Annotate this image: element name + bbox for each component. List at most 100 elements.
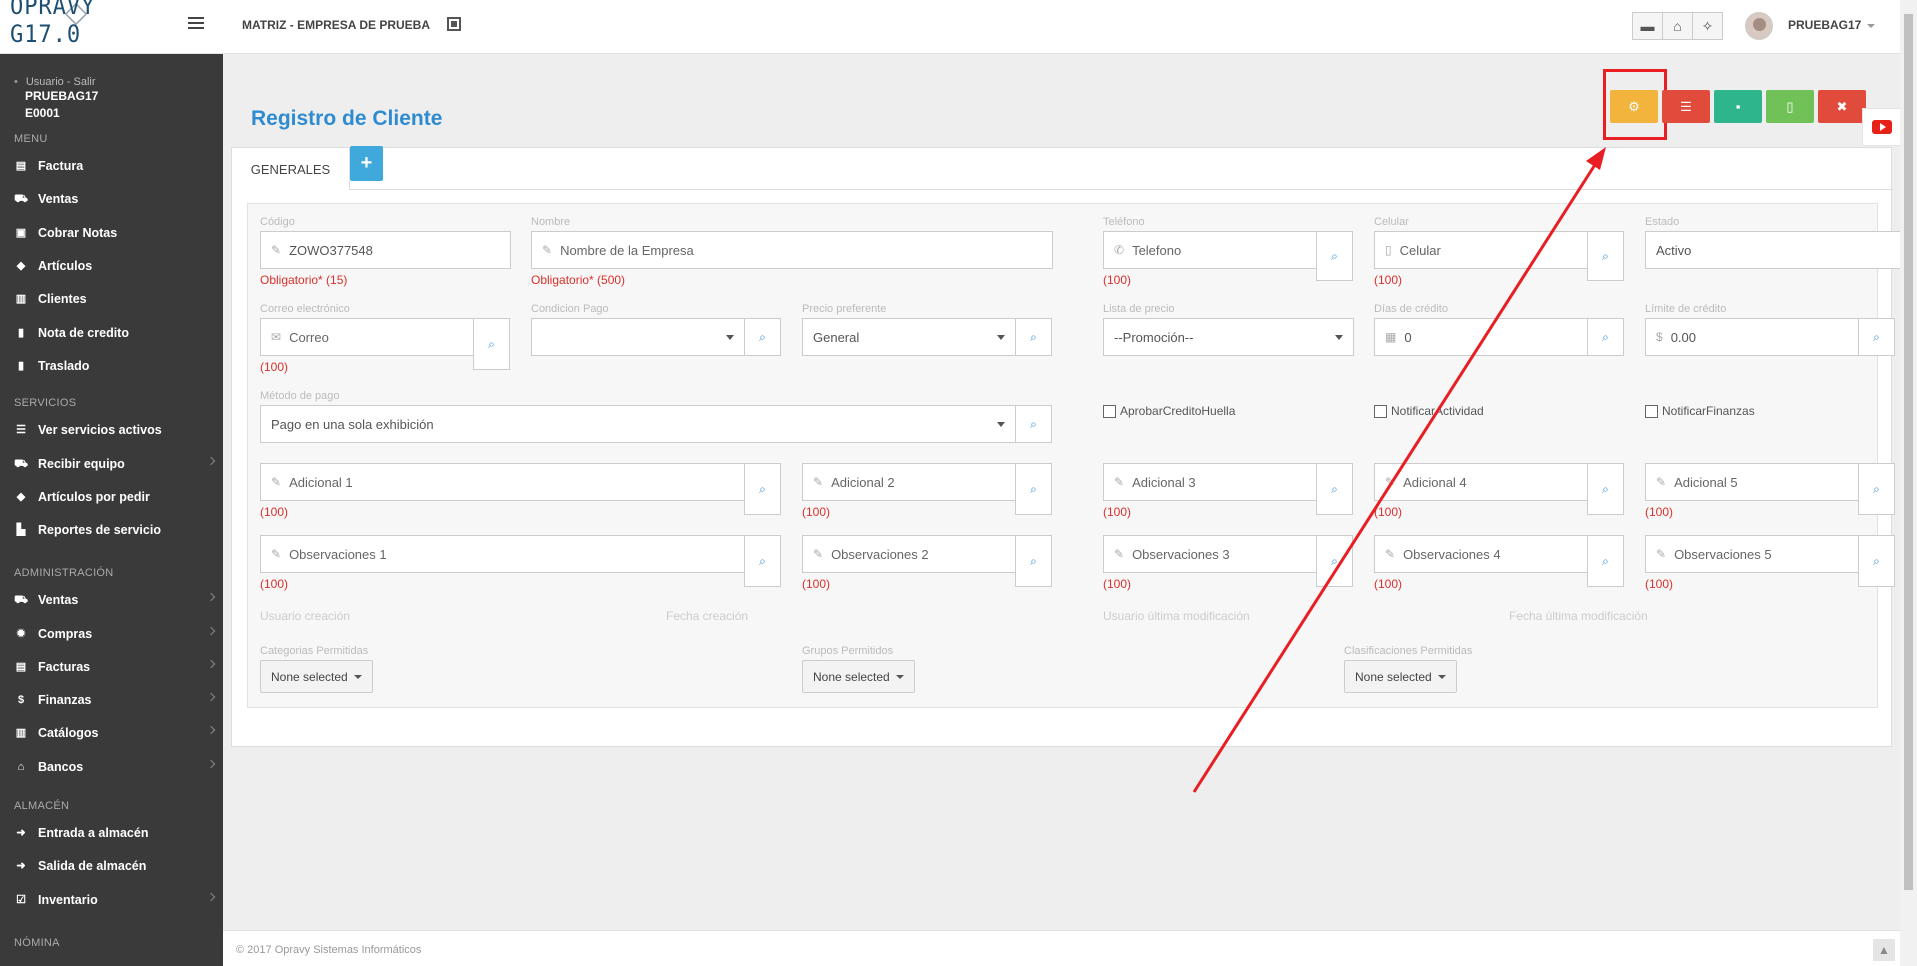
categorias-permitidas-select[interactable]: None selected — [260, 660, 373, 693]
sidebar-item-compras[interactable]: ✹ Compras — [14, 624, 216, 644]
sidebar-item-facturas[interactable]: ▤ Facturas — [14, 657, 216, 677]
sidebar-item-articulos-pedir[interactable]: ◆ Artículos por pedir — [14, 487, 214, 507]
home-icon[interactable]: ⌂ — [1662, 12, 1693, 40]
celular-search-button[interactable]: ⌕ — [1587, 231, 1624, 281]
new-button[interactable]: ▯ — [1766, 90, 1814, 123]
notificar-finanzas-checkbox[interactable]: NotificarFinanzas — [1645, 404, 1755, 418]
options-button[interactable]: ⚙ — [1610, 90, 1658, 123]
sidebar-item-ver-servicios[interactable]: ☰ Ver servicios activos — [14, 420, 214, 440]
user-menu[interactable]: PRUEBAG17 — [1788, 18, 1876, 32]
adicional-2-search-button[interactable]: ⌕ — [1015, 463, 1052, 515]
observaciones-3-field[interactable]: ✎ Observaciones 3 — [1103, 535, 1317, 573]
observaciones-1-search-button[interactable]: ⌕ — [744, 535, 781, 587]
codigo-field[interactable]: ✎ ZOWO377548 — [260, 231, 511, 269]
avatar[interactable] — [1745, 12, 1773, 40]
condicion-pago-search-button[interactable]: ⌕ — [744, 318, 781, 356]
adicional-3-search-button[interactable]: ⌕ — [1316, 463, 1353, 515]
sidebar-user-name: PRUEBAG17 — [25, 89, 99, 103]
scroll-to-top-button[interactable]: ▲ — [1873, 939, 1895, 961]
precio-preferente-search-button[interactable]: ⌕ — [1015, 318, 1052, 356]
sidebar-item-finanzas[interactable]: $ Finanzas — [14, 690, 216, 710]
limite-credito-search-button[interactable]: ⌕ — [1858, 318, 1895, 356]
observaciones-4-field[interactable]: ✎ Observaciones 4 — [1374, 535, 1588, 573]
adicional-2-field[interactable]: ✎ Adicional 2 — [802, 463, 1016, 501]
file-icon: ▮ — [17, 360, 25, 372]
nombre-field[interactable]: ✎ Nombre de la Empresa — [531, 231, 1053, 269]
adicional-5-field[interactable]: ✎ Adicional 5 — [1645, 463, 1859, 501]
sidebar-item-reportes-servicio[interactable]: ▙ Reportes de servicio — [14, 520, 214, 540]
metodo-pago-select[interactable]: Pago en una sola exhibición — [260, 405, 1016, 443]
tab-generales[interactable]: GENERALES — [232, 148, 350, 190]
sidebar-item-nota-credito[interactable]: ▮ Nota de credito — [14, 323, 214, 343]
youtube-icon[interactable] — [1862, 108, 1900, 146]
precio-preferente-select[interactable]: General — [802, 318, 1016, 356]
add-tab-button[interactable]: + — [350, 146, 383, 181]
adicional-1-field[interactable]: ✎ Adicional 1 — [260, 463, 745, 501]
sidebar-item-label: Ver servicios activos — [38, 423, 162, 437]
menu-toggle-icon[interactable] — [188, 17, 204, 31]
cart-icon: ⛟ — [14, 594, 28, 606]
grupos-permitidos-select[interactable]: None selected — [802, 660, 915, 693]
correo-search-button[interactable]: ⌕ — [473, 318, 510, 370]
telefono-field[interactable]: ✆ Telefono — [1103, 231, 1317, 269]
delete-button[interactable]: ✖ — [1818, 90, 1866, 123]
observaciones-1-field[interactable]: ✎ Observaciones 1 — [260, 535, 745, 573]
adicional-5-search-button[interactable]: ⌕ — [1858, 463, 1895, 515]
observaciones-2-search-button[interactable]: ⌕ — [1015, 535, 1052, 587]
estado-select[interactable]: Activo — [1645, 231, 1917, 269]
search-icon: ⌕ — [1602, 481, 1609, 496]
adicional-placeholder: Adicional 5 — [1674, 474, 1738, 490]
scrollbar-thumb[interactable] — [1904, 14, 1913, 890]
aprobar-credito-huella-checkbox[interactable]: AprobarCreditoHuella — [1103, 404, 1235, 418]
limite-credito-field[interactable]: $0.00 — [1645, 318, 1859, 356]
adicional-1-search-button[interactable]: ⌕ — [744, 463, 781, 515]
celular-field[interactable]: ▯ Celular — [1374, 231, 1588, 269]
caret-down-icon — [353, 674, 362, 679]
caret-down-icon — [1437, 674, 1446, 679]
sidebar-item-admin-ventas[interactable]: ⛟ Ventas — [14, 590, 216, 610]
observaciones-4-search-button[interactable]: ⌕ — [1587, 535, 1624, 587]
observaciones-5-field[interactable]: ✎ Observaciones 5 — [1645, 535, 1859, 573]
invoice-icon: ▤ — [15, 160, 27, 172]
sidebar-item-clientes[interactable]: ▥ Clientes — [14, 289, 214, 309]
sidebar-item-catalogos[interactable]: ▥ Catálogos — [14, 723, 216, 743]
adicional-4-field[interactable]: ✎ Adicional 4 — [1374, 463, 1588, 501]
sidebar-item-salida-almacen[interactable]: ➜ Salida de almacén — [14, 856, 214, 876]
correo-field[interactable]: ✉ Correo — [260, 318, 474, 356]
sidebar-item-inventario[interactable]: ☑ Inventario — [14, 890, 216, 910]
logo[interactable]: OPRAVY G17.0 — [10, 0, 145, 50]
magic-wand-icon[interactable]: ✧ — [1692, 12, 1723, 40]
observaciones-5-search-button[interactable]: ⌕ — [1858, 535, 1895, 587]
fullscreen-icon[interactable] — [447, 17, 461, 31]
adicional-4-search-button[interactable]: ⌕ — [1587, 463, 1624, 515]
save-button[interactable]: ▪ — [1714, 90, 1762, 123]
action-bar: ⚙ ☰ ▪ ▯ ✖ — [1610, 90, 1870, 123]
page-scrollbar[interactable] — [1900, 0, 1917, 966]
notificar-actividad-checkbox[interactable]: NotificarActividad — [1374, 404, 1484, 418]
clasificaciones-permitidas-select[interactable]: None selected — [1344, 660, 1457, 693]
dias-credito-field[interactable]: ▦ 0 — [1374, 318, 1588, 356]
folder-icon[interactable]: ▬ — [1632, 12, 1663, 40]
sidebar-item-bancos[interactable]: ⌂ Bancos — [14, 757, 216, 777]
sidebar-item-recibir-equipo[interactable]: ⛟ Recibir equipo — [14, 454, 216, 474]
adicional-3-field[interactable]: ✎ Adicional 3 — [1103, 463, 1317, 501]
sidebar-item-factura[interactable]: ▤ Factura — [14, 156, 214, 176]
sidebar-item-cobrar-notas[interactable]: ▣ Cobrar Notas — [14, 223, 214, 243]
precio-preferente-value: General — [813, 329, 860, 345]
observaciones-3-search-button[interactable]: ⌕ — [1316, 535, 1353, 587]
dias-credito-search-button[interactable]: ⌕ — [1587, 318, 1624, 356]
list-button[interactable]: ☰ — [1662, 90, 1710, 123]
dollar-icon: $ — [1656, 330, 1663, 344]
lista-precio-select[interactable]: --Promoción-- — [1103, 318, 1354, 356]
telefono-search-button[interactable]: ⌕ — [1316, 231, 1353, 281]
condicion-pago-select[interactable] — [531, 318, 745, 356]
dias-credito-label: Días de crédito — [1374, 303, 1448, 315]
observaciones-2-field[interactable]: ✎ Observaciones 2 — [802, 535, 1016, 573]
metodo-pago-search-button[interactable]: ⌕ — [1015, 405, 1052, 443]
sidebar-item-entrada-almacen[interactable]: ➜ Entrada a almacén — [14, 823, 214, 843]
sidebar-item-ventas[interactable]: ⛟ Ventas — [14, 189, 214, 209]
user-links[interactable]: Usuario - Salir — [14, 76, 98, 88]
nombre-label: Nombre — [531, 216, 571, 228]
sidebar-item-articulos[interactable]: ◆ Artículos — [14, 256, 214, 276]
sidebar-item-traslado[interactable]: ▮ Traslado — [14, 356, 214, 376]
